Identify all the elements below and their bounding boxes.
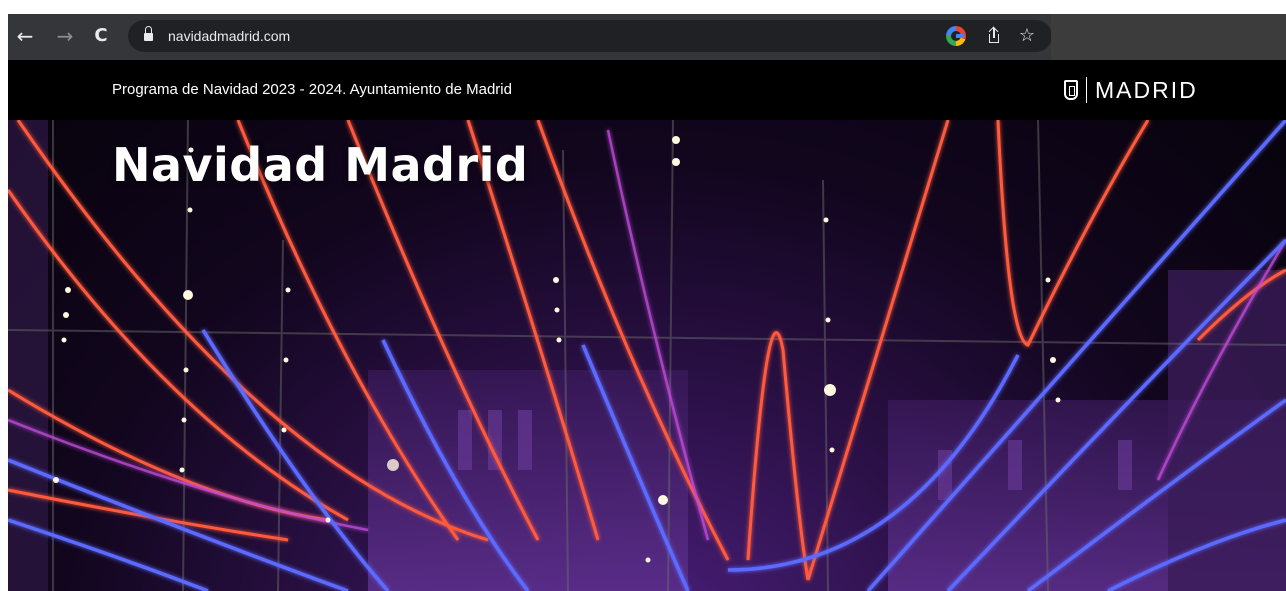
logo-divider xyxy=(1086,77,1087,103)
browser-toolbar: ← → C navidadmadrid.com ☆ xyxy=(8,14,1286,60)
reload-icon[interactable]: C xyxy=(88,23,114,49)
arrow-left-icon[interactable]: ← xyxy=(12,23,38,49)
lock-icon[interactable] xyxy=(144,26,153,41)
site-header: Programa de Navidad 2023 - 2024. Ayuntam… xyxy=(8,60,1286,120)
google-icon[interactable] xyxy=(946,26,966,46)
site-subtitle[interactable]: Programa de Navidad 2023 - 2024. Ayuntam… xyxy=(112,60,512,120)
madrid-crest-icon xyxy=(1064,80,1078,100)
madrid-logo[interactable]: MADRID xyxy=(1064,76,1198,104)
hero-banner: Navidad Madrid xyxy=(8,120,1286,591)
hero-title: Navidad Madrid xyxy=(112,138,529,192)
star-icon[interactable]: ☆ xyxy=(1016,25,1038,47)
url-text[interactable]: navidadmadrid.com xyxy=(168,20,290,52)
arrow-right-icon[interactable]: → xyxy=(52,23,78,49)
browser-window: ← → C navidadmadrid.com ☆ Programa de Na… xyxy=(8,14,1286,591)
address-bar[interactable]: navidadmadrid.com ☆ xyxy=(128,20,1052,52)
logo-text: MADRID xyxy=(1095,76,1198,103)
toolbar-empty-area xyxy=(1051,14,1286,60)
share-icon[interactable] xyxy=(985,26,1003,45)
